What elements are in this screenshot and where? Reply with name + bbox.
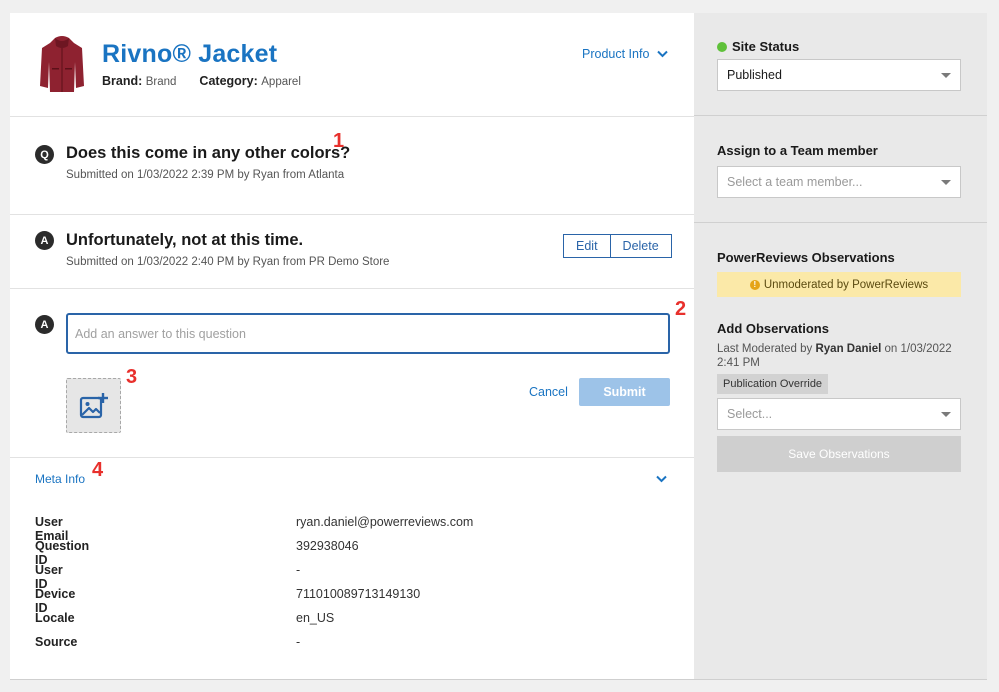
caret-down-icon — [941, 72, 951, 78]
question-text: Does this come in any other colors? — [66, 144, 351, 162]
divider — [10, 457, 694, 458]
team-member-placeholder: Select a team member... — [727, 175, 863, 189]
site-status-title: Site Status — [717, 39, 799, 54]
team-member-select[interactable]: Select a team member... — [717, 166, 961, 198]
last-moderated: Last Moderated by Ryan Daniel on 1/03/20… — [717, 343, 952, 369]
annotation-marker-3: 3 — [126, 366, 138, 388]
answer-input[interactable] — [66, 313, 670, 354]
assign-title: Assign to a Team member — [717, 143, 878, 158]
meta-value: 392938046 — [296, 539, 359, 553]
meta-value: - — [296, 635, 301, 649]
main-panel: Rivno® Jacket Brand: Brand Category: App… — [10, 13, 694, 680]
answer-badge: A — [35, 231, 54, 250]
save-observations-button[interactable]: Save Observations — [717, 436, 961, 472]
caret-down-icon — [941, 411, 951, 417]
delete-button[interactable]: Delete — [610, 234, 672, 258]
product-info-label: Product Info — [582, 47, 650, 61]
new-answer-badge: A — [35, 315, 54, 334]
meta-value: en_US — [296, 611, 335, 625]
brand-value: Brand — [145, 76, 177, 88]
category-label: Category: — [199, 74, 258, 88]
unmoderated-badge: ! Unmoderated by PowerReviews — [717, 272, 961, 297]
chevron-down-icon — [657, 50, 669, 58]
moderator-name: Ryan Daniel — [815, 343, 882, 355]
product-meta: Brand: Brand Category: Apparel — [102, 74, 301, 88]
observations-title: PowerReviews Observations — [717, 250, 895, 265]
meta-info-toggle[interactable]: Meta Info — [35, 472, 85, 486]
cancel-button[interactable]: Cancel — [529, 385, 568, 399]
product-info-toggle[interactable]: Product Info — [582, 47, 669, 61]
question-submitted: Submitted on 1/03/2022 2:39 PM by Ryan f… — [66, 169, 345, 181]
status-dot-icon — [717, 42, 727, 52]
chevron-down-icon[interactable] — [656, 475, 667, 483]
warning-icon: ! — [749, 279, 760, 290]
divider — [10, 116, 694, 117]
annotation-marker-1: 1 — [333, 130, 345, 152]
publication-override-tag: Publication Override — [717, 374, 829, 394]
observations-placeholder: Select... — [727, 407, 773, 421]
answer-text: Unfortunately, not at this time. — [66, 231, 304, 249]
sidebar: Site Status Published Assign to a Team m… — [694, 13, 987, 680]
annotation-marker-2: 2 — [675, 298, 687, 320]
category-value: Apparel — [261, 76, 301, 88]
site-status-value: Published — [727, 68, 782, 82]
caret-down-icon — [941, 179, 951, 185]
edit-button[interactable]: Edit — [563, 234, 611, 258]
product-thumbnail — [40, 36, 84, 92]
brand-label: Brand: — [102, 74, 143, 88]
divider — [694, 115, 987, 116]
add-observations-title: Add Observations — [717, 321, 829, 336]
answer-actions: Edit Delete — [563, 234, 672, 258]
divider — [10, 288, 694, 289]
divider — [694, 222, 987, 223]
site-status-select[interactable]: Published — [717, 59, 961, 91]
question-badge: Q — [35, 145, 54, 164]
image-upload-button[interactable] — [66, 378, 121, 433]
answer-submitted: Submitted on 1/03/2022 2:40 PM by Ryan f… — [66, 256, 390, 268]
product-title: Rivno® Jacket — [102, 40, 278, 68]
meta-key: Source — [35, 635, 78, 649]
meta-value: 711010089713149130 — [296, 587, 421, 601]
divider — [10, 679, 987, 680]
annotation-marker-4: 4 — [92, 459, 104, 481]
meta-key: Locale — [35, 611, 75, 625]
divider — [10, 214, 694, 215]
unmoderated-text: Unmoderated by PowerReviews — [763, 278, 929, 291]
meta-value: ryan.daniel@powerreviews.com — [296, 515, 474, 529]
add-image-icon — [79, 392, 108, 418]
submit-button[interactable]: Submit — [579, 378, 670, 406]
meta-value: - — [296, 563, 301, 577]
observations-select[interactable]: Select... — [717, 398, 961, 430]
